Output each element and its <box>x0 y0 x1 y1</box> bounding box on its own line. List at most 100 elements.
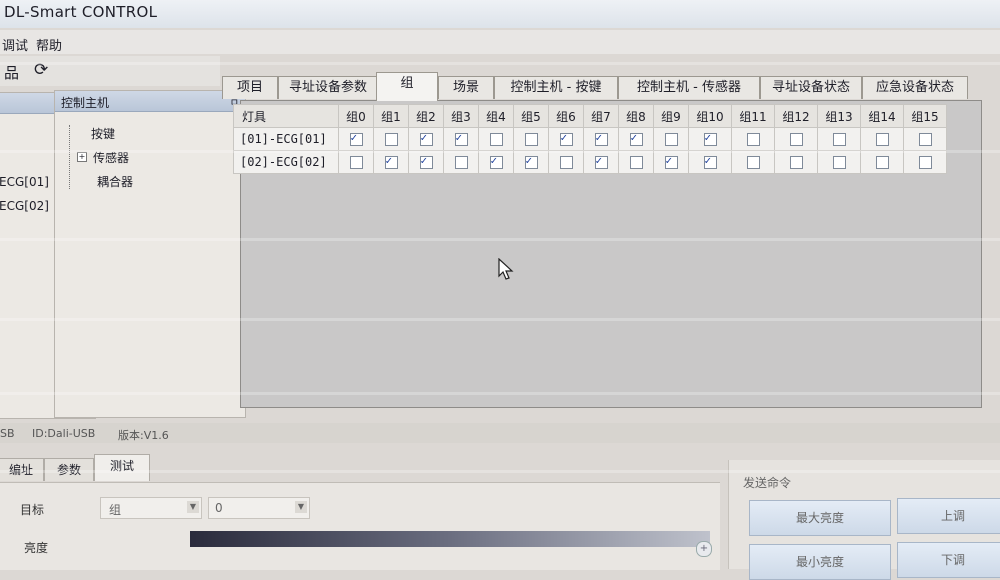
group-checkbox[interactable] <box>918 156 932 169</box>
group-cell <box>774 150 818 174</box>
group-cell <box>373 150 409 174</box>
table-row: [01]-ECG[01] <box>233 127 947 151</box>
group-cell <box>688 150 732 174</box>
group-checkbox[interactable] <box>419 131 433 146</box>
column-header-group: 组2 <box>408 104 444 128</box>
control-host-title: 控制主机 <box>61 96 110 110</box>
device-list-item[interactable]: ECG[02] <box>0 199 49 213</box>
main-tabs: 项目 寻址设备参数 组 场景 控制主机 - 按键 控制主机 - 传感器 寻址设备… <box>218 70 978 101</box>
group-checkbox[interactable] <box>703 154 717 169</box>
tab-host-keys[interactable]: 控制主机 - 按键 <box>494 76 618 99</box>
group-cell <box>731 127 775 151</box>
group-checkbox[interactable] <box>489 154 503 169</box>
plus-icon[interactable]: + <box>696 541 712 557</box>
tab-device-status[interactable]: 寻址设备状态 <box>760 76 862 99</box>
step-down-button[interactable]: 下调 <box>897 542 1000 578</box>
group-cell <box>478 127 514 151</box>
group-checkbox[interactable] <box>832 156 846 169</box>
column-header-group: 组14 <box>860 104 904 128</box>
group-cell <box>653 150 689 174</box>
target-number-value: 0 <box>215 501 223 515</box>
tab-emergency-status[interactable]: 应急设备状态 <box>862 76 968 99</box>
group-cell <box>653 127 689 151</box>
target-type-select[interactable]: 组 ▼ <box>100 497 202 519</box>
tree-item-coupler[interactable]: 耦合器 <box>97 173 133 190</box>
column-header-group: 组8 <box>618 104 654 128</box>
group-checkbox[interactable] <box>918 133 932 146</box>
group-checkbox[interactable] <box>664 154 678 169</box>
group-checkbox[interactable] <box>746 156 760 169</box>
group-checkbox[interactable] <box>489 133 503 146</box>
expand-icon[interactable]: + <box>77 152 87 162</box>
tab-group[interactable]: 组 <box>376 72 438 101</box>
group-checkbox[interactable] <box>559 131 573 146</box>
group-checkbox[interactable] <box>419 154 433 169</box>
menu-item-help[interactable]: 帮助 <box>36 35 62 54</box>
group-checkbox[interactable] <box>664 133 678 146</box>
group-checkbox[interactable] <box>384 133 398 146</box>
chevron-down-icon: ▼ <box>187 501 199 513</box>
group-checkbox[interactable] <box>594 131 608 146</box>
group-cell <box>373 127 409 151</box>
group-cell <box>817 150 861 174</box>
tree-item-sensors[interactable]: 传感器 <box>93 149 129 166</box>
group-checkbox[interactable] <box>594 154 608 169</box>
refresh-icon[interactable]: ⟳ <box>34 60 48 80</box>
group-cell <box>513 150 549 174</box>
tab-project[interactable]: 项目 <box>222 76 278 99</box>
table-row: [02]-ECG[02] <box>233 150 947 174</box>
group-checkbox[interactable] <box>789 156 803 169</box>
group-checkbox[interactable] <box>559 156 573 169</box>
tab-host-sensors[interactable]: 控制主机 - 传感器 <box>618 76 760 99</box>
min-brightness-button[interactable]: 最小亮度 <box>749 544 891 580</box>
column-header-group: 组4 <box>478 104 514 128</box>
group-cell <box>478 150 514 174</box>
status-device-id: ID:Dali-USB <box>32 427 96 440</box>
group-checkbox[interactable] <box>349 156 363 169</box>
column-header-group: 组10 <box>688 104 732 128</box>
group-cell <box>338 127 374 151</box>
group-checkbox[interactable] <box>703 131 717 146</box>
group-checkbox[interactable] <box>746 133 760 146</box>
group-checkbox[interactable] <box>789 133 803 146</box>
group-cell <box>548 150 584 174</box>
group-cell <box>774 127 818 151</box>
menu-item-debug[interactable]: 调试 <box>2 35 28 54</box>
bottom-tabs: 编址 参数 测试 <box>0 452 720 482</box>
status-version: 版本:V1.6 <box>118 429 169 442</box>
group-cell <box>618 150 654 174</box>
group-checkbox[interactable] <box>524 154 538 169</box>
group-cell <box>688 127 732 151</box>
step-up-button[interactable]: 上调 <box>897 498 1000 534</box>
group-checkbox[interactable] <box>524 133 538 146</box>
group-cell <box>903 127 947 151</box>
tab-device-params[interactable]: 寻址设备参数 <box>278 76 378 99</box>
menu-bar: 调试 帮助 <box>0 30 1000 54</box>
brightness-slider[interactable] <box>190 531 710 547</box>
network-icon[interactable]: 品 <box>4 62 19 83</box>
group-checkbox[interactable] <box>875 156 889 169</box>
group-cell <box>443 150 479 174</box>
tab-parameters[interactable]: 参数 <box>44 458 94 481</box>
group-checkbox[interactable] <box>454 131 468 146</box>
column-header-group: 组5 <box>513 104 549 128</box>
group-checkbox[interactable] <box>629 156 643 169</box>
device-list-item[interactable]: ECG[01] <box>0 175 49 189</box>
max-brightness-button[interactable]: 最大亮度 <box>749 500 891 536</box>
tab-test[interactable]: 测试 <box>94 454 150 481</box>
group-table: 灯具 组0 组1 组2 组3 组4 组5 组6 组7 组8 组9 组10 组11 组12 组13 组14 组1… <box>233 104 947 174</box>
group-checkbox[interactable] <box>384 154 398 169</box>
group-cell <box>860 127 904 151</box>
column-header-group: 组9 <box>653 104 689 128</box>
command-panel: 发送命令 最大亮度 上调 最小亮度 下调 <box>728 460 1000 580</box>
group-cell <box>583 150 619 174</box>
tab-addressing[interactable]: 编址 <box>0 458 44 481</box>
group-checkbox[interactable] <box>454 156 468 169</box>
group-checkbox[interactable] <box>832 133 846 146</box>
tree-item-keys[interactable]: 按键 <box>91 125 115 142</box>
group-checkbox[interactable] <box>629 131 643 146</box>
group-checkbox[interactable] <box>349 131 363 146</box>
tab-scene[interactable]: 场景 <box>438 76 494 99</box>
target-number-select[interactable]: 0 ▼ <box>208 497 310 519</box>
group-checkbox[interactable] <box>875 133 889 146</box>
